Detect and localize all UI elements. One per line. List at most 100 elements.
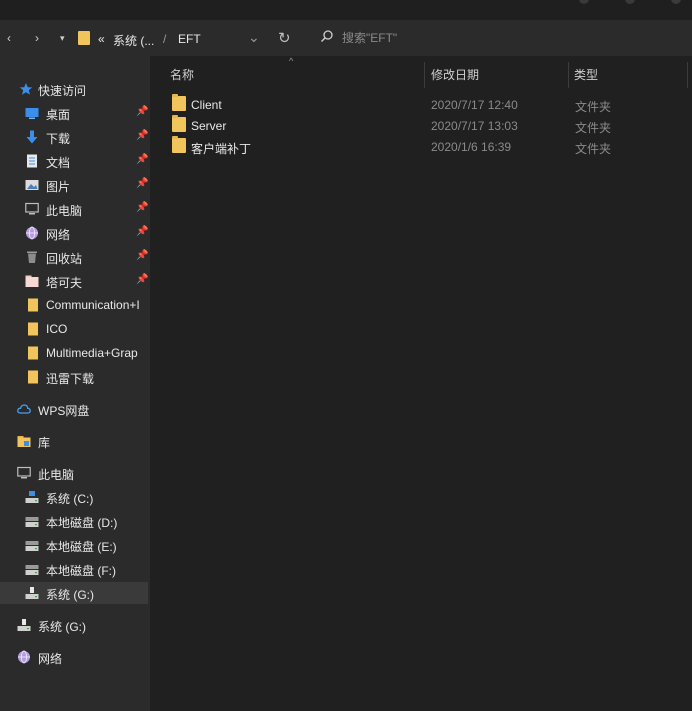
sidebar-item-this-pc[interactable]: 此电脑 📌	[0, 198, 148, 220]
window-control[interactable]	[579, 0, 589, 4]
sidebar-item-quick-access[interactable]: 快速访问	[0, 78, 148, 100]
sidebar-item-wps-cloud[interactable]: WPS网盘	[0, 398, 148, 420]
network-icon	[26, 226, 38, 240]
sidebar-item-drive-f[interactable]: 本地磁盘 (F:)	[0, 558, 148, 580]
sidebar-item-network[interactable]: 网络 📌	[0, 222, 148, 244]
column-header-name[interactable]: 名称	[170, 66, 194, 83]
folder-icon	[172, 115, 186, 132]
star-icon	[19, 83, 33, 95]
address-dropdown[interactable]: ⌄	[248, 29, 260, 46]
column-header-type[interactable]: 类型	[574, 66, 598, 83]
recycle-bin-icon	[27, 251, 37, 263]
computer-icon	[17, 466, 31, 479]
forward-button[interactable]: ›	[35, 31, 39, 45]
sidebar-item-label: 塔可夫	[46, 276, 83, 290]
sidebar-item-recycle-bin[interactable]: 回收站 📌	[0, 246, 148, 268]
sidebar-item-desktop[interactable]: 桌面 📌	[0, 102, 148, 124]
back-button[interactable]: ‹	[7, 31, 11, 45]
sidebar-item-multimedia[interactable]: Multimedia+Grap	[0, 342, 148, 364]
window-control[interactable]	[625, 0, 635, 4]
sidebar-item-usb-g[interactable]: 系统 (G:)	[0, 614, 148, 636]
column-header-date[interactable]: 修改日期	[431, 66, 479, 83]
file-name: Server	[191, 119, 227, 133]
sidebar-item-label: 此电脑	[46, 204, 83, 218]
sidebar-item-tarkov[interactable]: 塔可夫 📌	[0, 270, 148, 292]
sidebar-item-label: 下载	[46, 132, 71, 146]
sidebar-item-label: 本地磁盘 (F:)	[46, 564, 116, 578]
sidebar-item-documents[interactable]: 文档 📌	[0, 150, 148, 172]
sidebar-item-label: 回收站	[46, 252, 83, 266]
navigation-bar: ‹ › ▾ « 系统 (... / EFT ⌄ ↻	[0, 20, 692, 56]
sidebar-item-thunder-downloads[interactable]: 迅雷下载	[0, 366, 148, 388]
address-bar[interactable]: « 系统 (... / EFT ⌄	[72, 26, 270, 50]
sidebar-item-label: 库	[38, 436, 51, 450]
download-icon	[26, 130, 38, 144]
library-icon	[17, 436, 31, 447]
sidebar-item-ico[interactable]: ICO	[0, 318, 148, 340]
drive-icon	[25, 541, 39, 551]
sort-arrow-icon: ^	[289, 56, 294, 66]
sidebar-item-this-pc-root[interactable]: 此电脑	[0, 462, 148, 484]
breadcrumb-current[interactable]: EFT	[178, 32, 201, 46]
table-row[interactable]: Client 2020/7/17 12:40 文件夹	[168, 94, 688, 114]
navigation-pane: 快速访问 桌面 📌 下载 📌 文档 📌 图片 📌 此电脑 📌 网络 📌 回收站 …	[0, 56, 150, 711]
sidebar-item-libraries[interactable]: 库	[0, 430, 148, 452]
breadcrumb-drive[interactable]: 系统 (...	[113, 32, 154, 49]
usb-drive-icon	[17, 619, 31, 631]
pin-icon: 📌	[136, 106, 149, 117]
cloud-icon	[17, 404, 31, 414]
column-divider[interactable]	[424, 62, 425, 88]
refresh-button[interactable]: ↻	[278, 29, 291, 47]
folder-icon	[25, 275, 39, 287]
sidebar-item-label: 系统 (C:)	[46, 492, 94, 506]
folder-icon	[172, 136, 186, 153]
table-row[interactable]: 客户端补丁 2020/1/6 16:39 文件夹	[168, 136, 688, 156]
search-icon	[321, 30, 333, 42]
folder-icon	[28, 370, 38, 384]
file-type: 文件夹	[575, 142, 612, 156]
sidebar-item-downloads[interactable]: 下载 📌	[0, 126, 148, 148]
sidebar-item-drive-d[interactable]: 本地磁盘 (D:)	[0, 510, 148, 532]
document-icon	[27, 154, 37, 168]
pin-icon: 📌	[136, 130, 149, 141]
sidebar-item-network-root[interactable]: 网络	[0, 646, 148, 668]
sidebar-item-drive-c[interactable]: 系统 (C:)	[0, 486, 148, 508]
drive-icon	[25, 517, 39, 527]
drive-icon	[25, 565, 39, 575]
pin-icon: 📌	[136, 274, 149, 285]
file-date: 2020/7/17 12:40	[431, 98, 518, 112]
window-control[interactable]	[671, 0, 681, 4]
sidebar-item-label: 网络	[46, 228, 71, 242]
folder-icon	[28, 298, 38, 312]
sidebar-item-label: 此电脑	[38, 468, 75, 482]
file-type: 文件夹	[575, 121, 612, 135]
sidebar-item-communication[interactable]: Communication+I	[0, 294, 148, 316]
sidebar-item-pictures[interactable]: 图片 📌	[0, 174, 148, 196]
file-name: Client	[191, 98, 222, 112]
file-name: 客户端补丁	[191, 142, 252, 156]
sidebar-item-label: 文档	[46, 156, 71, 170]
sidebar-item-label: Communication+I	[46, 298, 140, 312]
folder-icon	[78, 31, 90, 45]
table-row[interactable]: Server 2020/7/17 13:03 文件夹	[168, 115, 688, 135]
breadcrumb-overflow[interactable]: «	[98, 32, 105, 46]
pin-icon: 📌	[136, 226, 149, 237]
sidebar-item-drive-e[interactable]: 本地磁盘 (E:)	[0, 534, 148, 556]
sidebar-item-label: 系统 (G:)	[38, 620, 86, 634]
sidebar-item-drive-g[interactable]: 系统 (G:)	[0, 582, 148, 604]
column-divider[interactable]	[687, 62, 688, 88]
sidebar-item-label: 网络	[38, 652, 63, 666]
sidebar-item-label: 快速访问	[38, 84, 87, 98]
pin-icon: 📌	[136, 178, 149, 189]
sidebar-item-label: ICO	[46, 322, 68, 336]
recent-locations-button[interactable]: ▾	[60, 31, 65, 45]
file-date: 2020/7/17 13:03	[431, 119, 518, 133]
sidebar-item-label: 桌面	[46, 108, 71, 122]
column-divider[interactable]	[568, 62, 569, 88]
sidebar-item-label: 图片	[46, 180, 71, 194]
sidebar-item-label: 系统 (G:)	[46, 588, 94, 602]
search-input[interactable]	[340, 28, 644, 48]
computer-icon	[25, 202, 39, 215]
pin-icon: 📌	[136, 250, 149, 261]
sidebar-item-label: 本地磁盘 (D:)	[46, 516, 118, 530]
